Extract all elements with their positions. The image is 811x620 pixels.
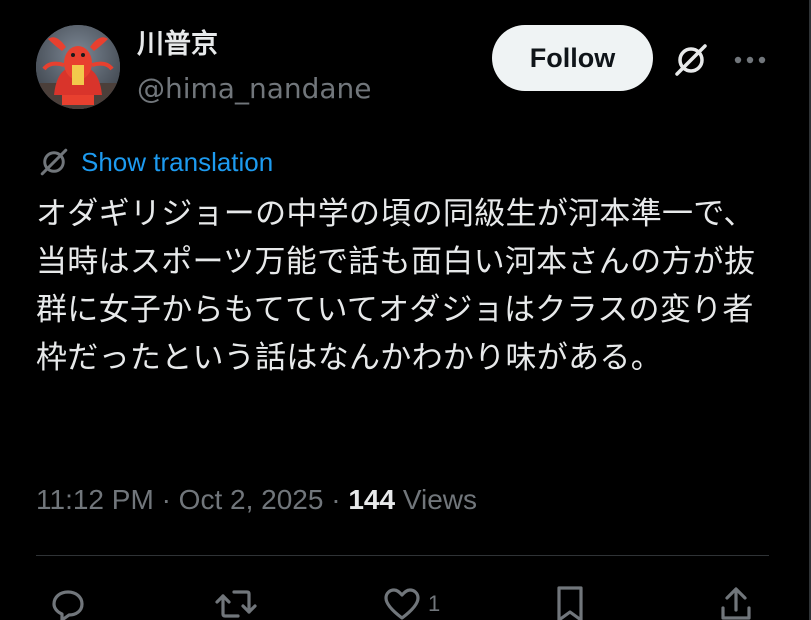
repost-icon [215,590,257,618]
views-label: Views [402,484,478,515]
share-icon [721,587,751,620]
grok-button[interactable] [670,40,712,80]
share-button[interactable] [718,584,754,620]
reply-icon [52,590,84,620]
like-button[interactable]: 1 [382,584,440,620]
more-button[interactable] [728,40,772,80]
bookmark-icon [557,586,583,620]
translation-row: Show translation [36,144,273,180]
display-name[interactable]: 川普京 [137,28,218,62]
like-icon [384,588,420,620]
translate-icon [36,144,72,180]
more-icon [734,56,766,64]
like-count: 1 [428,591,441,616]
user-handle[interactable]: @hima_nandane [137,71,372,107]
post-meta: 11:12 PM · Oct 2, 2025 · 144 Views [36,482,477,518]
repost-button[interactable] [214,584,258,620]
reply-button[interactable] [48,584,88,620]
bookmark-button[interactable] [552,584,588,620]
post-time[interactable]: 11:12 PM [36,484,154,515]
post-detail: 川普京 @hima_nandane Follow Show translatio… [0,0,811,620]
grok-icon [675,44,707,76]
meta-separator: · [161,484,171,515]
follow-button[interactable]: Follow [492,25,653,91]
avatar[interactable] [36,25,120,109]
show-translation-link[interactable]: Show translation [81,147,273,178]
post-text: オダギリジョーの中学の頃の同級生が河本準一で、当時はスポーツ万能で話も面白い河本… [36,196,756,376]
meta-separator: · [331,484,341,515]
avatar-image [36,25,120,109]
views-count: 144 [348,484,396,515]
post-date[interactable]: Oct 2, 2025 [179,484,324,515]
divider [36,555,769,556]
